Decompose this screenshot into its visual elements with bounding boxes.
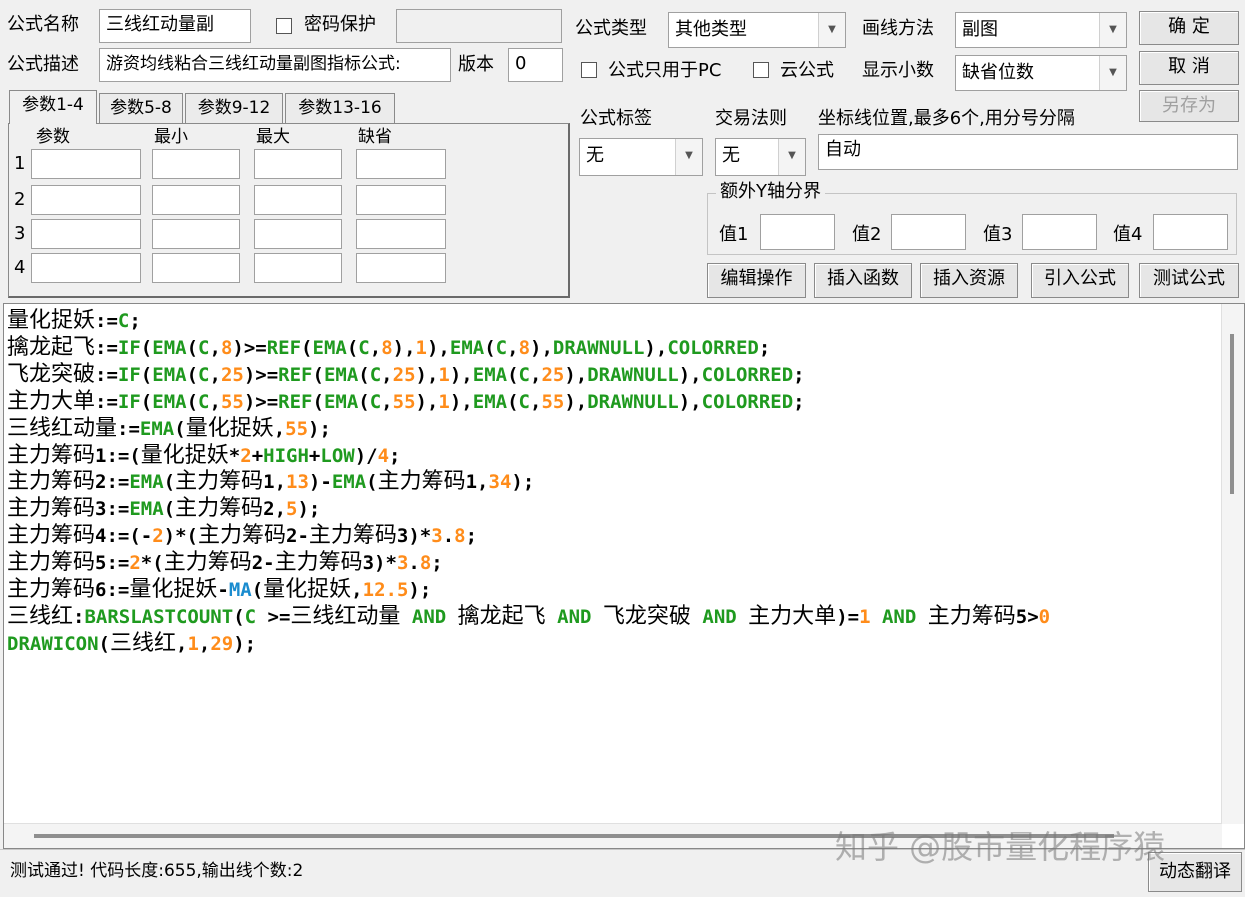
param-col-default: 缺省	[358, 127, 392, 147]
pc-only-checkbox[interactable]	[581, 62, 597, 78]
status-text: 测试通过! 代码长度:655,输出线个数:2	[10, 861, 304, 881]
y-value-1-input[interactable]	[760, 214, 835, 250]
param-3-max-input[interactable]	[254, 219, 342, 249]
y-value-3-input[interactable]	[1022, 214, 1097, 250]
param-3-name-input[interactable]	[31, 219, 141, 249]
param-1-default-input[interactable]	[356, 149, 446, 179]
version-input[interactable]: 0	[508, 48, 563, 82]
param-1-max-input[interactable]	[254, 149, 342, 179]
y-value-2-input[interactable]	[891, 214, 966, 250]
formula-code[interactable]: 量化捉妖:=C; 擒龙起飞:=IF(EMA(C,8)>=REF(EMA(C,8)…	[7, 308, 1050, 658]
param-2-min-input[interactable]	[152, 185, 240, 215]
cancel-button[interactable]: 取 消	[1139, 51, 1239, 85]
trade-rule-value: 无	[722, 145, 740, 166]
param-col-name: 参数	[36, 127, 70, 147]
y-value-2-label: 值2	[852, 224, 882, 245]
param-1-min-input[interactable]	[152, 149, 240, 179]
param-3-default-input[interactable]	[356, 219, 446, 249]
chevron-down-icon[interactable]: ▼	[1099, 13, 1126, 47]
test-formula-button[interactable]: 测试公式	[1139, 263, 1239, 298]
param-3-min-input[interactable]	[152, 219, 240, 249]
formula-name-input[interactable]: 三线红动量副	[99, 9, 251, 43]
trade-rule-select[interactable]: 无 ▼	[715, 138, 806, 176]
param-row-number: 2	[14, 189, 26, 210]
password-protect-label: 密码保护	[304, 14, 376, 35]
tab-params-1-4[interactable]: 参数1-4	[9, 90, 97, 124]
cloud-formula-label: 云公式	[780, 60, 834, 81]
param-col-min: 最小	[154, 127, 188, 147]
y-value-4-input[interactable]	[1153, 214, 1228, 250]
save-as-button[interactable]: 另存为	[1139, 90, 1239, 122]
param-4-name-input[interactable]	[31, 253, 141, 283]
watermark: 知乎 @股市量化程序猿	[835, 828, 1166, 866]
cloud-formula-checkbox[interactable]	[753, 62, 769, 78]
trade-rule-label: 交易法则	[715, 108, 787, 129]
tab-params-5-8[interactable]: 参数5-8	[99, 93, 183, 123]
version-label: 版本	[458, 54, 494, 75]
formula-name-label: 公式名称	[7, 14, 79, 35]
param-1-name-input[interactable]	[31, 149, 141, 179]
tab-params-9-12[interactable]: 参数9-12	[185, 93, 283, 123]
param-row-number: 4	[14, 257, 26, 278]
code-editor[interactable]: 量化捉妖:=C; 擒龙起飞:=IF(EMA(C,8)>=REF(EMA(C,8)…	[3, 303, 1245, 849]
formula-type-select[interactable]: 其他类型 ▼	[668, 12, 846, 48]
coord-lines-input[interactable]: 自动	[818, 134, 1238, 170]
formula-tag-label: 公式标签	[580, 108, 652, 129]
formula-desc-label: 公式描述	[7, 54, 79, 75]
coord-lines-label: 坐标线位置,最多6个,用分号分隔	[818, 108, 1075, 129]
insert-resource-button[interactable]: 插入资源	[920, 263, 1018, 298]
chevron-down-icon[interactable]: ▼	[1099, 56, 1126, 90]
param-col-max: 最大	[256, 127, 290, 147]
formula-tag-value: 无	[586, 145, 604, 166]
tab-params-13-16[interactable]: 参数13-16	[285, 93, 395, 123]
vertical-scrollbar[interactable]	[1221, 304, 1244, 824]
param-4-min-input[interactable]	[152, 253, 240, 283]
formula-desc-input[interactable]: 游资均线粘合三线红动量副图指标公式:	[99, 48, 451, 82]
decimals-value: 缺省位数	[962, 62, 1034, 83]
chevron-down-icon[interactable]: ▼	[778, 139, 805, 175]
chevron-down-icon[interactable]: ▼	[675, 139, 702, 175]
password-protect-checkbox[interactable]	[276, 18, 292, 34]
draw-method-select[interactable]: 副图 ▼	[955, 12, 1127, 48]
y-value-1-label: 值1	[719, 224, 749, 245]
import-formula-button[interactable]: 引入公式	[1031, 263, 1129, 298]
param-4-default-input[interactable]	[356, 253, 446, 283]
ok-button[interactable]: 确 定	[1139, 11, 1239, 45]
param-row-number: 3	[14, 223, 26, 244]
vertical-scroll-thumb[interactable]	[1230, 334, 1234, 494]
param-2-default-input[interactable]	[356, 185, 446, 215]
param-2-name-input[interactable]	[31, 185, 141, 215]
param-4-max-input[interactable]	[254, 253, 342, 283]
decimals-label: 显示小数	[862, 60, 934, 81]
extra-y-axis-title: 额外Y轴分界	[716, 181, 825, 203]
chevron-down-icon[interactable]: ▼	[818, 13, 845, 47]
formula-type-value: 其他类型	[675, 19, 747, 40]
formula-tag-select[interactable]: 无 ▼	[579, 138, 703, 176]
insert-function-button[interactable]: 插入函数	[814, 263, 912, 298]
draw-method-label: 画线方法	[862, 18, 934, 39]
formula-type-label: 公式类型	[575, 18, 647, 39]
pc-only-label: 公式只用于PC	[608, 60, 722, 81]
password-input[interactable]	[396, 9, 562, 43]
decimals-select[interactable]: 缺省位数 ▼	[955, 55, 1127, 91]
y-value-3-label: 值3	[983, 224, 1013, 245]
param-row-number: 1	[14, 153, 26, 174]
draw-method-value: 副图	[962, 19, 998, 40]
y-value-4-label: 值4	[1113, 224, 1143, 245]
edit-operations-button[interactable]: 编辑操作	[707, 263, 806, 298]
param-2-max-input[interactable]	[254, 185, 342, 215]
